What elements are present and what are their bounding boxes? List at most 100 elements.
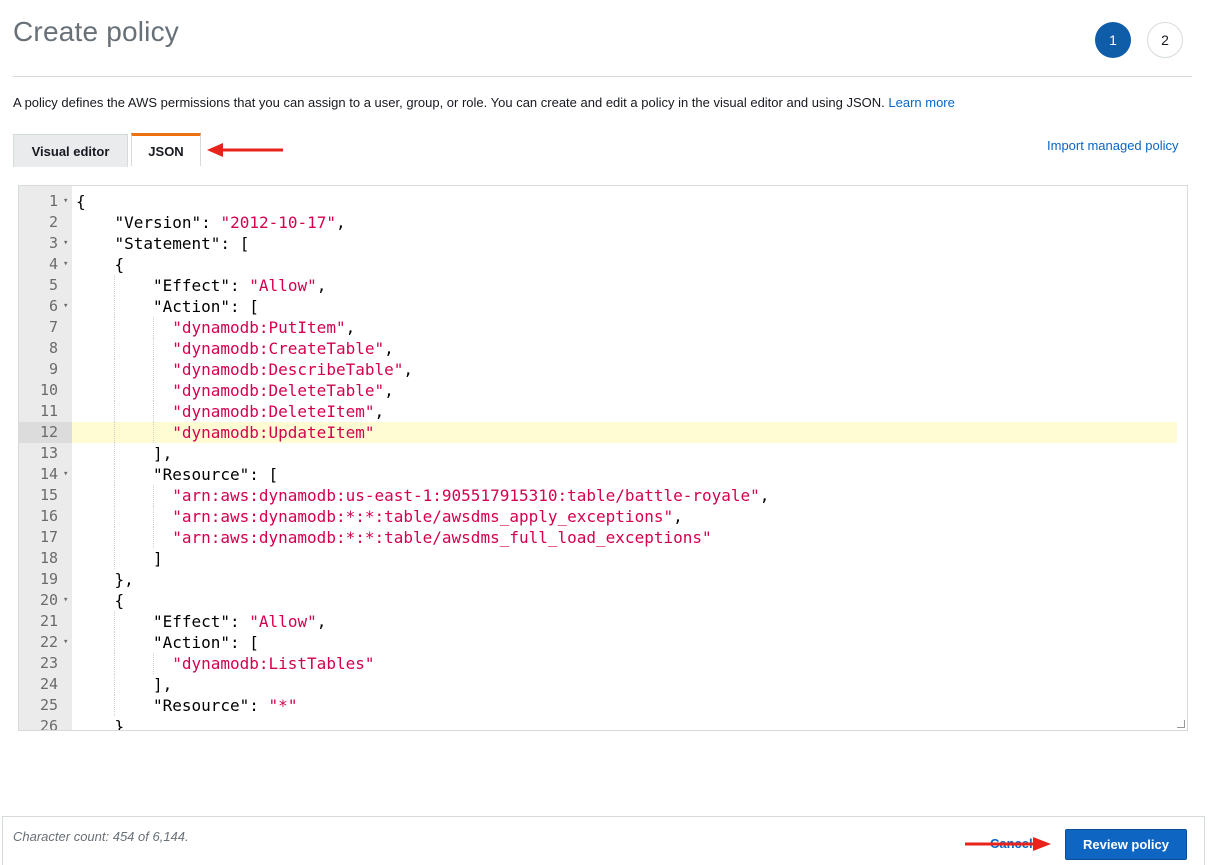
code-text: "dynamodb:PutItem", [72,317,1177,338]
indent-guide [114,527,116,548]
json-token: { [76,192,86,211]
line-number: 18 [39,549,58,567]
code-line[interactable]: 16 "arn:aws:dynamodb:*:*:table/awsdms_app… [19,506,1187,527]
indent-guide [114,275,116,296]
code-line[interactable]: 14 ▾ "Resource": [ [19,464,1187,485]
code-line[interactable]: 6 ▾ "Action": [ [19,296,1187,317]
code-line[interactable]: 8 "dynamodb:CreateTable", [19,338,1187,359]
code-text: "Resource": [ [72,464,1177,485]
indent-guide [152,359,154,380]
code-line[interactable]: 25 "Resource": "*" [19,695,1187,716]
indent-guide [114,611,116,632]
line-number: 26 [39,717,58,731]
json-token: , [374,402,385,421]
code-text: "Version": "2012-10-17", [72,212,1177,233]
code-line[interactable]: 12 "dynamodb:UpdateItem" [19,422,1187,443]
code-text: "dynamodb:DeleteItem", [72,401,1177,422]
json-token: { [114,255,125,274]
fold-toggle-icon[interactable]: ▾ [63,254,72,275]
json-token: } [114,717,125,731]
code-line[interactable]: 13], [19,443,1187,464]
fold-toggle-icon[interactable]: ▾ [63,590,72,611]
review-policy-button[interactable]: Review policy [1065,829,1187,860]
code-line[interactable]: 22 ▾ "Action": [ [19,632,1187,653]
code-lines: 1 ▾{2 "Version": "2012-10-17", 3 ▾ "Statement… [19,191,1187,731]
annotation-arrow-icon [965,837,1051,851]
indent-guide [152,506,154,527]
json-string: "dynamodb:ListTables" [172,654,375,673]
import-managed-policy-link[interactable]: Import managed policy [1047,138,1179,153]
create-policy-page: Create policy 1 2 A policy defines the A… [0,0,1225,865]
code-line[interactable]: 15 "arn:aws:dynamodb:us-east-1:9055179153… [19,485,1187,506]
code-text: } [72,716,1177,731]
json-token: , [316,276,327,295]
code-line[interactable]: 17 "arn:aws:dynamodb:*:*:table/awsdms_ful… [19,527,1187,548]
json-token: "Effect": [152,276,250,295]
line-number: 7 [48,318,58,336]
fold-toggle-icon[interactable]: ▾ [63,632,72,653]
code-line[interactable]: 5 "Effect": "Allow", [19,275,1187,296]
code-text: ] [72,548,1177,569]
indent-guide [152,485,154,506]
header-divider [13,76,1192,77]
code-line[interactable]: 9 "dynamodb:DescribeTable", [19,359,1187,380]
code-line[interactable]: 21 "Effect": "Allow", [19,611,1187,632]
code-text: "Resource": "*" [72,695,1177,716]
indent-guide [152,422,154,443]
json-string: "2012-10-17" [220,213,337,232]
code-text: "dynamodb:DeleteTable", [72,380,1177,401]
indent-guide [114,401,116,422]
indent-guide [114,695,116,716]
code-text: ], [72,443,1177,464]
code-line[interactable]: 19}, [19,569,1187,590]
line-number: 16 [39,507,58,525]
indent-guide [114,464,116,485]
json-string: "dynamodb:UpdateItem" [172,423,375,442]
indent-guide [114,506,116,527]
code-line[interactable]: 26} [19,716,1187,731]
tab-json[interactable]: JSON [131,133,201,166]
json-token: "Version": [114,213,221,232]
line-number: 25 [39,696,58,714]
code-line[interactable]: 4 ▾{ [19,254,1187,275]
code-text: { [72,191,1177,212]
json-token: "Effect": [152,612,250,631]
json-token: , [384,381,394,400]
step-indicator-1: 1 [1095,22,1131,58]
json-code-editor[interactable]: 1 ▾{2 "Version": "2012-10-17", 3 ▾ "Statement… [18,185,1188,731]
indent-guide [114,674,116,695]
json-string: "dynamodb:CreateTable" [172,339,385,358]
code-line[interactable]: 20 ▾{ [19,590,1187,611]
indent-guide [152,527,154,548]
code-text: { [72,254,1177,275]
code-line[interactable]: 10 "dynamodb:DeleteTable", [19,380,1187,401]
json-token: "Statement": [ [114,234,250,253]
fold-toggle-icon[interactable]: ▾ [63,191,72,212]
code-line[interactable]: 11 "dynamodb:DeleteItem", [19,401,1187,422]
code-line[interactable]: 7 "dynamodb:PutItem", [19,317,1187,338]
tab-visual-editor[interactable]: Visual editor [13,134,128,167]
indent-guide [114,443,116,464]
json-token: , [384,339,394,358]
code-text: "Effect": "Allow", [72,611,1177,632]
indent-guide [114,380,116,401]
resize-handle-icon[interactable] [1177,720,1185,728]
page-title: Create policy [13,16,180,47]
fold-toggle-icon[interactable]: ▾ [63,233,72,254]
indent-guide [114,296,116,317]
fold-toggle-icon[interactable]: ▾ [63,296,72,317]
json-string: "arn:aws:dynamodb:*:*:table/awsdms_full_… [172,528,712,547]
json-token: ], [152,675,173,694]
code-line[interactable]: 24], [19,674,1187,695]
code-line[interactable]: 23 "dynamodb:ListTables" [19,653,1187,674]
learn-more-link[interactable]: Learn more [888,95,954,110]
code-line[interactable]: 1 ▾{ [19,191,1187,212]
json-string: "Allow" [249,276,317,295]
code-line[interactable]: 3 ▾ "Statement": [ [19,233,1187,254]
code-text: "dynamodb:CreateTable", [72,338,1177,359]
code-line[interactable]: 18] [19,548,1187,569]
code-line[interactable]: 2 "Version": "2012-10-17", [19,212,1187,233]
fold-toggle-icon[interactable]: ▾ [63,464,72,485]
code-text: }, [72,569,1177,590]
json-token: "Resource": [152,696,269,715]
